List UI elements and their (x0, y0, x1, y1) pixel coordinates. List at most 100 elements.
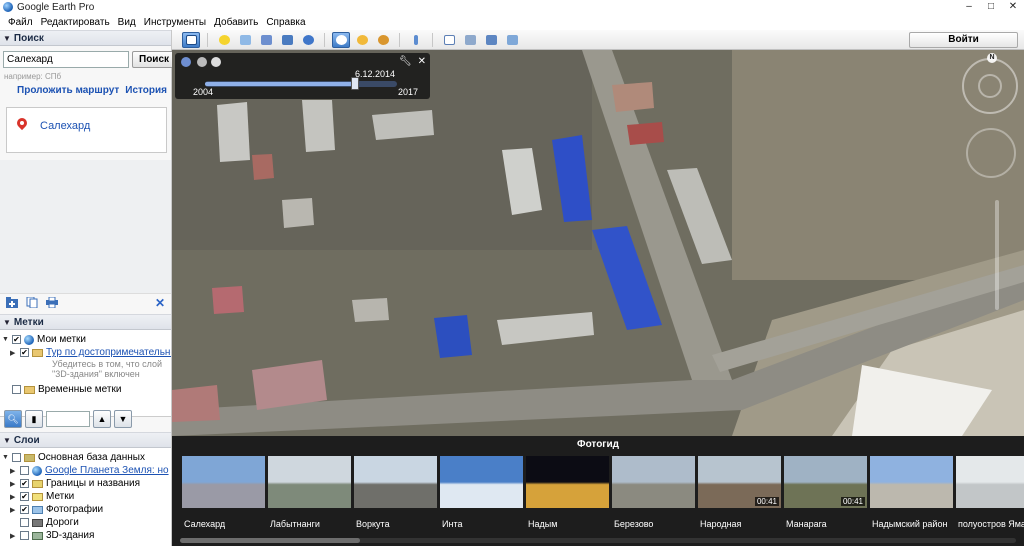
expand-arrow-icon[interactable]: ▶ (10, 480, 18, 488)
expand-arrow-icon[interactable]: ▼ (2, 336, 10, 343)
checkbox[interactable] (20, 531, 29, 540)
end-year: 2017 (397, 87, 418, 97)
tour-thumbnail[interactable]: Салехард (182, 456, 265, 529)
zoom-out-time-icon[interactable] (197, 57, 207, 67)
zoom-slider[interactable] (995, 200, 999, 310)
north-indicator[interactable]: N (987, 53, 997, 63)
checkbox[interactable] (20, 466, 29, 475)
tour-thumbnail[interactable]: Лабытнанги (268, 456, 351, 529)
print-icon[interactable] (46, 297, 58, 308)
add-overlay-button[interactable] (278, 32, 296, 48)
navigation-compass[interactable]: N (962, 53, 1018, 114)
checkbox[interactable]: ✔ (20, 479, 29, 488)
search-panel-header[interactable]: ▼ Поиск (0, 30, 171, 46)
minimize-button[interactable]: – (958, 0, 980, 14)
tour-thumbnail[interactable]: 00:41 Народная (698, 456, 781, 529)
history-link[interactable]: История (125, 85, 167, 96)
menu-help[interactable]: Справка (262, 17, 309, 28)
tree-row-sightseeing-tour[interactable]: ▶ ✔ Тур по достопримечательно (0, 346, 171, 359)
wrench-icon[interactable]: 🔧︎ (399, 56, 412, 67)
add-placemark-button[interactable] (215, 32, 233, 48)
tree-row-borders[interactable]: ▶ ✔ Границы и названия (0, 477, 171, 490)
switch-planet-button[interactable] (374, 32, 392, 48)
zoom-in-time-icon[interactable] (211, 57, 221, 67)
toolbar-separator (432, 32, 433, 47)
expand-arrow-icon[interactable]: ▶ (10, 467, 18, 475)
add-path-button[interactable] (257, 32, 275, 48)
tour-thumbnail[interactable]: Надым (526, 456, 609, 529)
globe-icon (24, 334, 34, 345)
scrollbar-thumb[interactable] (180, 538, 360, 543)
checkbox[interactable] (12, 453, 21, 462)
close-panel-icon[interactable]: ✕ (155, 296, 165, 310)
checkbox[interactable]: ✔ (20, 348, 29, 357)
toggle-sidebar-button[interactable] (182, 31, 200, 48)
tree-row-3d-buildings[interactable]: ▶ 3D-здания (0, 529, 171, 542)
tour-thumbnail[interactable]: Березово (612, 456, 695, 529)
tour-guide-scrollbar[interactable] (180, 538, 1016, 543)
clock-icon[interactable] (181, 57, 191, 67)
move-joystick[interactable] (966, 128, 1016, 178)
tour-thumbnail[interactable]: Инта (440, 456, 523, 529)
expand-arrow-icon[interactable]: ▼ (2, 454, 10, 461)
places-filter-input[interactable] (46, 411, 90, 427)
add-polygon-button[interactable] (236, 32, 254, 48)
layer-note: "3D-здания" включен (52, 369, 140, 379)
expand-arrow-icon[interactable]: ▶ (10, 493, 18, 501)
checkbox[interactable] (20, 518, 29, 527)
tour-thumbnail-image (440, 456, 523, 508)
tree-row-photos[interactable]: ▶ ✔ Фотографии (0, 503, 171, 516)
maximize-button[interactable]: □ (980, 0, 1002, 14)
record-tour-button[interactable] (299, 32, 317, 48)
save-image-button[interactable] (482, 32, 500, 48)
tree-row-places[interactable]: ▶ ✔ Метки (0, 490, 171, 503)
menu-view[interactable]: Вид (114, 17, 140, 28)
tour-thumbnail[interactable]: полуостров Ямал (956, 456, 1024, 529)
tree-row-roads[interactable]: Дороги (0, 516, 171, 529)
view-in-maps-button[interactable] (503, 32, 521, 48)
tour-thumbnail[interactable]: Надымский район (870, 456, 953, 529)
tree-row-primary-db[interactable]: ▼ Основная база данных (0, 451, 171, 464)
checkbox[interactable] (12, 385, 21, 394)
add-folder-icon[interactable] (6, 297, 18, 308)
tour-thumbnail[interactable]: Воркута (354, 456, 437, 529)
checkbox[interactable]: ✔ (12, 335, 21, 344)
tour-thumbnail[interactable]: 00:41 Манарага (784, 456, 867, 529)
historical-imagery-button[interactable] (332, 31, 350, 48)
menu-edit[interactable]: Редактировать (37, 17, 114, 28)
print-button[interactable] (461, 32, 479, 48)
tree-row-earth-news[interactable]: ▶ Google Планета Земля: но (0, 464, 171, 477)
close-window-button[interactable]: ✕ (1002, 0, 1024, 14)
move-down-button[interactable]: ▼ (114, 410, 132, 428)
layers-panel-header[interactable]: ▼ Слои (0, 432, 171, 448)
time-track[interactable] (205, 81, 397, 87)
search-places-button[interactable]: 🔍︎ (4, 410, 22, 428)
map-view[interactable]: 🔧︎ ✕ 6.12.2014 2004 2017 N (172, 50, 1024, 436)
move-up-button[interactable]: ▲ (93, 410, 111, 428)
close-icon[interactable]: ✕ (418, 56, 426, 67)
expand-arrow-icon[interactable]: ▶ (10, 532, 18, 540)
time-slider-handle[interactable] (350, 77, 359, 90)
expand-arrow-icon[interactable]: ▶ (10, 506, 18, 514)
email-button[interactable] (440, 32, 458, 48)
expand-arrow-icon[interactable]: ▶ (10, 349, 18, 357)
menu-file[interactable]: Файл (4, 17, 37, 28)
sunlight-button[interactable] (353, 32, 371, 48)
ruler-button[interactable] (407, 32, 425, 48)
toggle-panel-button[interactable]: ▮ (25, 410, 43, 428)
checkbox[interactable]: ✔ (20, 492, 29, 501)
menu-add[interactable]: Добавить (210, 17, 262, 28)
tree-row-temporary-places[interactable]: Временные метки (0, 383, 171, 396)
directions-link[interactable]: Проложить маршрут (17, 85, 119, 96)
search-button[interactable]: Поиск (132, 51, 177, 68)
checkbox[interactable]: ✔ (20, 505, 29, 514)
look-joystick[interactable] (978, 74, 1002, 98)
places-panel-header[interactable]: ▼ Метки (0, 314, 171, 330)
search-result-item[interactable]: Салехард (40, 120, 90, 132)
tree-row-my-places[interactable]: ▼ ✔ Мои метки (0, 333, 171, 346)
menu-tools[interactable]: Инструменты (140, 17, 210, 28)
sign-in-button[interactable]: Войти (909, 32, 1018, 48)
panel-icon: ▮ (31, 413, 37, 424)
search-input[interactable] (3, 51, 129, 68)
copy-icon[interactable] (26, 297, 38, 308)
